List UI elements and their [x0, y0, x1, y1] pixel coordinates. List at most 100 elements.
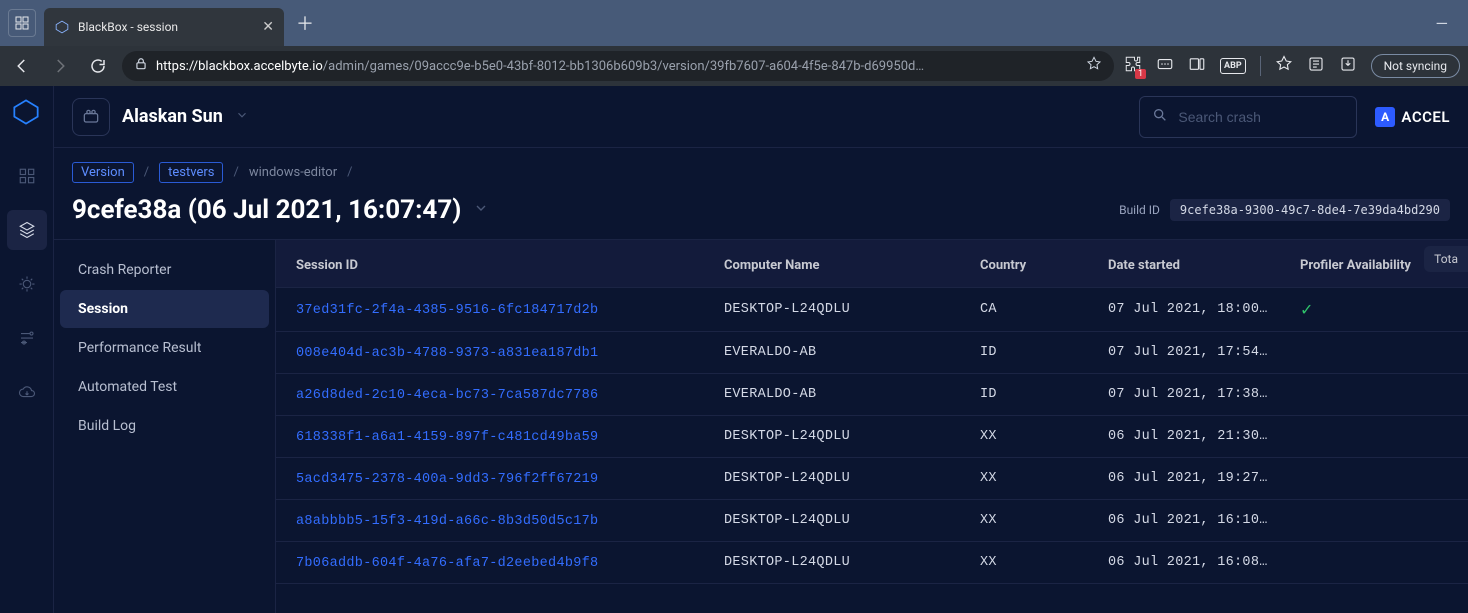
sidebar-item-session[interactable]: Session — [60, 290, 269, 328]
chevron-down-icon — [235, 107, 249, 126]
table-row: a26d8ded-2c10-4eca-bc73-7ca587dc7786 EVER… — [276, 374, 1468, 416]
session-id-link[interactable]: 618338f1-a6a1-4159-897f-c481cd49ba59 — [296, 430, 598, 445]
profiler-availability — [1284, 542, 1468, 584]
minimize-button[interactable]: — — [1436, 14, 1449, 33]
build-id: Build ID 9cefe38a-9300-49c7-8de4-7e39da4… — [1119, 199, 1450, 221]
extension-puzzle-icon[interactable]: 1 — [1124, 55, 1142, 77]
column-header[interactable]: Country — [964, 240, 1092, 288]
date-started: 06 Jul 2021, 19:27… — [1092, 458, 1284, 500]
sync-status[interactable]: Not syncing — [1371, 54, 1460, 78]
session-id-link[interactable]: 7b06addb-604f-4a76-afa7-d2eebed4b9f8 — [296, 556, 598, 571]
sidebar: Crash ReporterSessionPerformance ResultA… — [54, 240, 276, 613]
title-row: 9cefe38a (06 Jul 2021, 16:07:47) Build I… — [72, 195, 1450, 225]
session-id-link[interactable]: 37ed31fc-2f4a-4385-9516-6fc184717d2b — [296, 303, 598, 318]
topbar: Alaskan Sun A ACCEL — [54, 86, 1468, 148]
country: CA — [964, 288, 1092, 332]
computer-name: DESKTOP-L24QDLU — [708, 288, 964, 332]
table-row: 008e404d-ac3b-4788-9373-a831ea187db1 EVER… — [276, 332, 1468, 374]
more-apps-icon[interactable] — [1156, 55, 1174, 77]
profiler-availability — [1284, 500, 1468, 542]
column-header[interactable]: Computer Name — [708, 240, 964, 288]
rail-settings[interactable] — [7, 318, 47, 358]
search-box[interactable] — [1139, 96, 1357, 138]
back-button[interactable] — [8, 52, 36, 80]
table-row: 5acd3475-2378-400a-9dd3-796f2ff67219DESK… — [276, 458, 1468, 500]
separator — [1260, 56, 1261, 76]
column-header[interactable]: Session ID — [276, 240, 708, 288]
total-label: Tota — [1424, 246, 1468, 272]
rail-dashboard[interactable] — [7, 156, 47, 196]
column-header[interactable]: Date started — [1092, 240, 1284, 288]
page-header: Version / testvers / windows-editor / 9c… — [54, 148, 1468, 240]
rail-cloud[interactable] — [7, 372, 47, 412]
address-bar[interactable]: https://blackbox.accelbyte.io/admin/game… — [122, 51, 1114, 81]
date-started: 06 Jul 2021, 21:30… — [1092, 416, 1284, 458]
country: ID — [964, 332, 1092, 374]
profiler-availability — [1284, 332, 1468, 374]
abp-icon[interactable]: ABP — [1220, 58, 1246, 74]
profiler-availability — [1284, 374, 1468, 416]
session-id-link[interactable]: a8abbbb5-15f3-419d-a66c-8b3d50d5c17b — [296, 514, 598, 529]
tab-title: BlackBox - session — [78, 20, 178, 34]
sidebar-item-crash-reporter[interactable]: Crash Reporter — [60, 251, 269, 289]
breadcrumb: Version / testvers / windows-editor / — [72, 162, 1450, 183]
country: ID — [964, 374, 1092, 416]
sidebar-item-automated-test[interactable]: Automated Test — [60, 368, 269, 406]
brand-mark-icon: A — [1375, 107, 1395, 127]
country: XX — [964, 458, 1092, 500]
site-info-icon[interactable] — [1086, 56, 1102, 76]
crumb-version[interactable]: Version — [72, 162, 134, 183]
date-started: 07 Jul 2021, 18:00… — [1092, 288, 1284, 332]
computer-name: EVERALDO-AB — [708, 374, 964, 416]
browser-tab[interactable]: BlackBox - session ✕ — [44, 8, 284, 46]
search-input[interactable] — [1178, 109, 1344, 125]
build-id-label: Build ID — [1119, 203, 1160, 217]
rail-bugs[interactable] — [7, 264, 47, 304]
search-icon — [1152, 107, 1168, 127]
computer-name: EVERALDO-AB — [708, 332, 964, 374]
chevron-down-icon[interactable] — [473, 200, 489, 220]
url-text: https://blackbox.accelbyte.io/admin/game… — [156, 59, 1078, 74]
sessions-table: Session IDComputer NameCountryDate start… — [276, 240, 1468, 584]
session-id-link[interactable]: 5acd3475-2378-400a-9dd3-796f2ff67219 — [296, 472, 598, 487]
window-controls: — — [1436, 14, 1468, 33]
page-title: 9cefe38a (06 Jul 2021, 16:07:47) — [72, 195, 461, 225]
country: XX — [964, 500, 1092, 542]
forward-button[interactable] — [46, 52, 74, 80]
session-id-link[interactable]: a26d8ded-2c10-4eca-bc73-7ca587dc7786 — [296, 388, 598, 403]
tab-overview-button[interactable] — [8, 9, 36, 37]
browser-tab-bar: BlackBox - session ✕ ＋ — — [0, 0, 1468, 46]
brand-logo[interactable]: A ACCEL — [1375, 107, 1450, 127]
game-icon — [72, 98, 110, 136]
refresh-button[interactable] — [84, 52, 112, 80]
reading-list-icon[interactable] — [1307, 55, 1325, 77]
tab-close-button[interactable]: ✕ — [262, 19, 274, 35]
new-tab-button[interactable]: ＋ — [284, 10, 326, 36]
app-root: Alaskan Sun A ACCEL Version / testvers — [0, 86, 1468, 613]
favorites-icon[interactable] — [1275, 55, 1293, 77]
check-icon: ✓ — [1300, 300, 1313, 319]
crumb-testvers[interactable]: testvers — [159, 162, 223, 183]
profiler-availability: ✓ — [1284, 288, 1468, 332]
downloads-icon[interactable] — [1339, 55, 1357, 77]
collections-icon[interactable] — [1188, 55, 1206, 77]
session-id-link[interactable]: 008e404d-ac3b-4788-9373-a831ea187db1 — [296, 346, 598, 361]
breadcrumb-separator: / — [233, 165, 238, 180]
date-started: 06 Jul 2021, 16:10… — [1092, 500, 1284, 542]
browser-toolbar: https://blackbox.accelbyte.io/admin/game… — [0, 46, 1468, 86]
rail-versions[interactable] — [7, 210, 47, 250]
app-logo-icon[interactable] — [12, 98, 42, 128]
country: XX — [964, 542, 1092, 584]
crumb-platform: windows-editor — [249, 165, 337, 180]
breadcrumb-separator: / — [144, 165, 149, 180]
profiler-availability — [1284, 416, 1468, 458]
content: Alaskan Sun A ACCEL Version / testvers — [54, 86, 1468, 613]
game-selector[interactable]: Alaskan Sun — [72, 98, 249, 136]
icon-rail — [0, 86, 54, 613]
date-started: 07 Jul 2021, 17:54… — [1092, 332, 1284, 374]
computer-name: DESKTOP-L24QDLU — [708, 416, 964, 458]
computer-name: DESKTOP-L24QDLU — [708, 542, 964, 584]
date-started: 06 Jul 2021, 16:08… — [1092, 542, 1284, 584]
sidebar-item-performance-result[interactable]: Performance Result — [60, 329, 269, 367]
sidebar-item-build-log[interactable]: Build Log — [60, 407, 269, 445]
